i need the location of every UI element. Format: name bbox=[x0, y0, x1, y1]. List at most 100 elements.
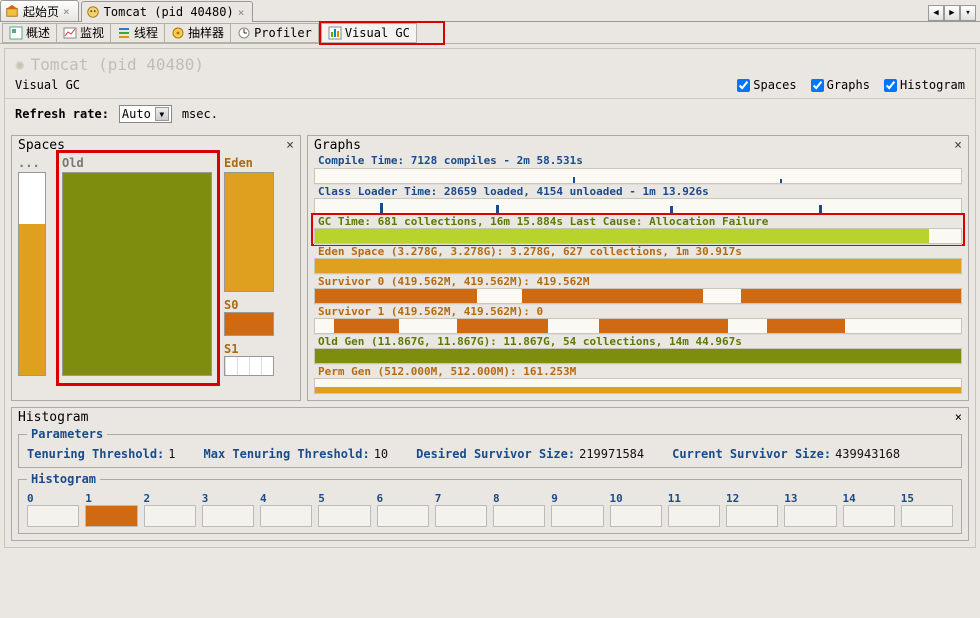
section-title: Visual GC bbox=[15, 78, 80, 92]
nav-menu-button[interactable]: ▾ bbox=[960, 5, 976, 21]
param-value: 10 bbox=[374, 447, 388, 461]
tool-tab-profiler[interactable]: Profiler bbox=[231, 23, 319, 43]
tool-tab-monitor[interactable]: 监视 bbox=[57, 23, 111, 43]
graph-row-classloader: Class Loader Time: 28659 loaded, 4154 un… bbox=[314, 184, 962, 214]
tool-tab-label: 概述 bbox=[26, 24, 50, 41]
bin-label: 4 bbox=[260, 492, 312, 505]
bin-label: 1 bbox=[85, 492, 137, 505]
bin-3: 3 bbox=[202, 492, 254, 527]
checkbox-graphs[interactable]: Graphs bbox=[811, 78, 870, 92]
bar-fill bbox=[315, 387, 961, 393]
bin-7: 7 bbox=[435, 492, 487, 527]
tool-tab-label: 抽样器 bbox=[188, 24, 224, 41]
bar-fill bbox=[457, 319, 547, 333]
bin-label: 5 bbox=[318, 492, 370, 505]
bin-11: 11 bbox=[668, 492, 720, 527]
monitor-icon bbox=[63, 26, 77, 40]
checkbox-input[interactable] bbox=[811, 79, 824, 92]
graph-row-eden: Eden Space (3.278G, 3.278G): 3.278G, 627… bbox=[314, 244, 962, 274]
home-icon bbox=[5, 4, 19, 18]
checkbox-input[interactable] bbox=[737, 79, 750, 92]
gear-icon: ✺ bbox=[15, 55, 25, 74]
parameters-fieldset: Parameters Tenuring Threshold:1 Max Tenu… bbox=[18, 427, 962, 468]
bin-label: 15 bbox=[901, 492, 953, 505]
graph-row-oldgen: Old Gen (11.867G, 11.867G): 11.867G, 54 … bbox=[314, 334, 962, 364]
bin-4: 4 bbox=[260, 492, 312, 527]
bin-label: 8 bbox=[493, 492, 545, 505]
bin-label: 11 bbox=[668, 492, 720, 505]
tomcat-icon bbox=[86, 5, 100, 19]
chevron-down-icon: ▼ bbox=[155, 107, 169, 121]
bin-label: 12 bbox=[726, 492, 778, 505]
panel-title: Spaces bbox=[12, 136, 300, 155]
nav-arrows: ◀ ▶ ▾ bbox=[928, 5, 976, 21]
histogram-fieldset: Histogram 0 1 2 3 4 5 6 7 8 9 10 11 12 1… bbox=[18, 472, 962, 534]
bin-label: 2 bbox=[144, 492, 196, 505]
bin-label: 0 bbox=[27, 492, 79, 505]
histogram-panel: Histogram × Parameters Tenuring Threshol… bbox=[11, 407, 969, 541]
bin-label: 9 bbox=[551, 492, 603, 505]
bin-14: 14 bbox=[843, 492, 895, 527]
bar-fill bbox=[19, 224, 45, 376]
close-icon[interactable]: × bbox=[63, 5, 70, 18]
sampler-icon bbox=[171, 26, 185, 40]
app-header: ✺ Tomcat (pid 40480) bbox=[5, 49, 975, 76]
checkbox-label: Graphs bbox=[827, 78, 870, 92]
close-icon[interactable]: × bbox=[238, 6, 245, 19]
bar-fill bbox=[522, 289, 703, 303]
tool-tab-visualgc[interactable]: Visual GC bbox=[321, 23, 417, 43]
nav-left-button[interactable]: ◀ bbox=[928, 5, 944, 21]
visualgc-icon bbox=[328, 26, 342, 40]
bar-fill bbox=[741, 289, 961, 303]
highlight-visualgc-tab: Visual GC bbox=[319, 21, 445, 45]
checkbox-spaces[interactable]: Spaces bbox=[737, 78, 796, 92]
file-tab-label: 起始页 bbox=[23, 3, 59, 20]
checkbox-histogram[interactable]: Histogram bbox=[884, 78, 965, 92]
bin-15: 15 bbox=[901, 492, 953, 527]
file-tab-tomcat[interactable]: Tomcat (pid 40480) × bbox=[81, 1, 254, 22]
bin-label: 14 bbox=[843, 492, 895, 505]
nav-right-button[interactable]: ▶ bbox=[944, 5, 960, 21]
bin-13: 13 bbox=[784, 492, 836, 527]
refresh-select[interactable]: Auto ▼ bbox=[119, 105, 172, 123]
spaces-bar-s0 bbox=[224, 312, 274, 336]
graph-row-gctime: GC Time: 681 collections, 16m 15.884s La… bbox=[314, 214, 962, 244]
tool-tab-sampler[interactable]: 抽样器 bbox=[165, 23, 231, 43]
bin-label: 10 bbox=[610, 492, 662, 505]
clock-icon bbox=[237, 26, 251, 40]
close-icon[interactable]: × bbox=[955, 410, 962, 424]
spaces-bar-perm bbox=[18, 172, 46, 376]
bar-fill bbox=[599, 319, 728, 333]
param-value: 1 bbox=[168, 447, 175, 461]
tool-tab-label: Visual GC bbox=[345, 26, 410, 40]
bin-0: 0 bbox=[27, 492, 79, 527]
tool-tab-label: Profiler bbox=[254, 26, 312, 40]
refresh-row: Refresh rate: Auto ▼ msec. bbox=[5, 99, 975, 129]
chevron-left-icon: ◀ bbox=[933, 8, 938, 18]
spaces-bar-eden bbox=[224, 172, 274, 292]
graph-label: Survivor 0 (419.562M, 419.562M): 419.562… bbox=[318, 275, 958, 289]
bar-fill bbox=[315, 259, 961, 273]
bin-6: 6 bbox=[377, 492, 429, 527]
close-icon[interactable]: × bbox=[286, 138, 294, 153]
spaces-col-label: Eden bbox=[224, 156, 253, 170]
spike bbox=[780, 179, 782, 183]
bin-label: 13 bbox=[784, 492, 836, 505]
chevron-down-icon: ▾ bbox=[965, 8, 970, 18]
close-icon[interactable]: × bbox=[954, 138, 962, 153]
param-label: Desired Survivor Size: bbox=[416, 447, 575, 461]
tool-tab-overview[interactable]: 概述 bbox=[2, 23, 57, 43]
tool-tab-threads[interactable]: 线程 bbox=[111, 23, 165, 43]
graph-label: GC Time: 681 collections, 16m 15.884s La… bbox=[318, 215, 958, 229]
bin-10: 10 bbox=[610, 492, 662, 527]
file-tabs-row: 起始页 × Tomcat (pid 40480) × ◀ ▶ ▾ bbox=[0, 0, 980, 22]
file-tab-start[interactable]: 起始页 × bbox=[0, 0, 79, 21]
fieldset-legend: Parameters bbox=[27, 427, 107, 441]
graph-label: Class Loader Time: 28659 loaded, 4154 un… bbox=[318, 185, 958, 199]
bin-8: 8 bbox=[493, 492, 545, 527]
graph-row-s0: Survivor 0 (419.562M, 419.562M): 419.562… bbox=[314, 274, 962, 304]
spaces-col-label: Old bbox=[62, 156, 84, 170]
checkbox-input[interactable] bbox=[884, 79, 897, 92]
bin-label: 3 bbox=[202, 492, 254, 505]
checkbox-label: Spaces bbox=[753, 78, 796, 92]
